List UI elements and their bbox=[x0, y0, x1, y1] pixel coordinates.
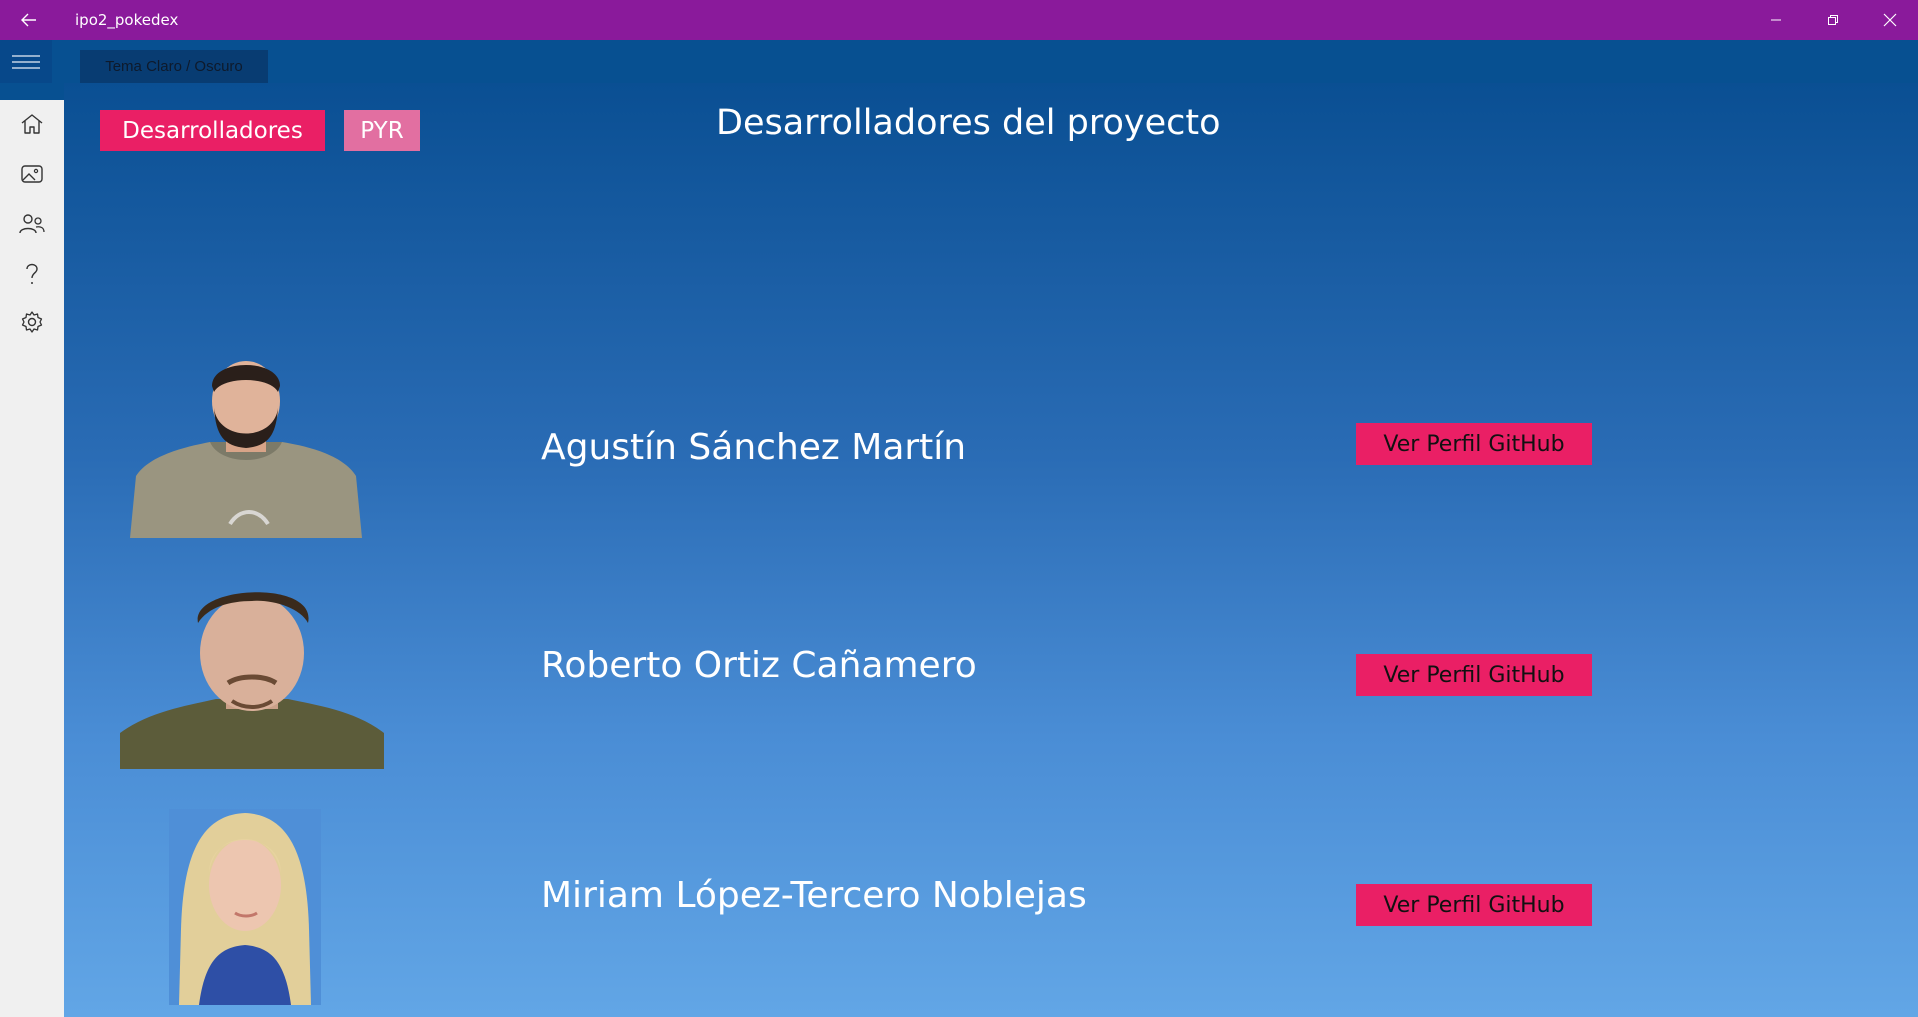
theme-toggle-button[interactable]: Tema Claro / Oscuro bbox=[80, 50, 268, 83]
restore-icon bbox=[1828, 15, 1838, 25]
gallery-icon bbox=[21, 165, 43, 183]
minimize-icon bbox=[1771, 19, 1781, 21]
developer-name-2: Roberto Ortiz Cañamero bbox=[541, 645, 977, 686]
main-content: Desarrolladores PYR Desarrolladores del … bbox=[64, 83, 1918, 1017]
restore-button[interactable] bbox=[1805, 0, 1861, 40]
people-icon bbox=[19, 214, 45, 234]
developer-photo-3 bbox=[169, 809, 321, 1005]
close-button[interactable] bbox=[1862, 0, 1918, 40]
minimize-button[interactable] bbox=[1748, 0, 1804, 40]
github-profile-button-2[interactable]: Ver Perfil GitHub bbox=[1356, 654, 1592, 696]
hamburger-icon bbox=[12, 54, 40, 69]
hamburger-menu-button[interactable] bbox=[0, 40, 52, 83]
developer-photo-2 bbox=[120, 583, 384, 769]
app-title: ipo2_pokedex bbox=[75, 11, 179, 29]
close-icon bbox=[1883, 13, 1897, 27]
sidebar-item-people[interactable] bbox=[0, 202, 64, 246]
tab-pyr[interactable]: PYR bbox=[344, 110, 420, 151]
arrow-left-icon bbox=[21, 13, 36, 27]
page-title: Desarrolladores del proyecto bbox=[716, 103, 1221, 143]
sidebar-item-gallery[interactable] bbox=[0, 152, 64, 196]
sidebar-item-settings[interactable] bbox=[0, 300, 64, 344]
developer-name-1: Agustín Sánchez Martín bbox=[541, 427, 967, 468]
sidebar-item-home[interactable] bbox=[0, 102, 64, 146]
github-profile-button-1[interactable]: Ver Perfil GitHub bbox=[1356, 423, 1592, 465]
developer-name-3: Miriam López-Tercero Noblejas bbox=[541, 875, 1087, 916]
tab-desarrolladores[interactable]: Desarrolladores bbox=[100, 110, 325, 151]
back-button[interactable] bbox=[14, 8, 44, 32]
github-profile-button-3[interactable]: Ver Perfil GitHub bbox=[1356, 884, 1592, 926]
title-bar: ipo2_pokedex bbox=[0, 0, 1918, 40]
gear-icon bbox=[21, 311, 43, 333]
help-icon bbox=[26, 263, 38, 284]
home-icon bbox=[21, 114, 43, 134]
sidebar-item-help[interactable] bbox=[0, 252, 64, 296]
sidebar bbox=[0, 100, 64, 1017]
developer-photo-1 bbox=[130, 356, 362, 538]
